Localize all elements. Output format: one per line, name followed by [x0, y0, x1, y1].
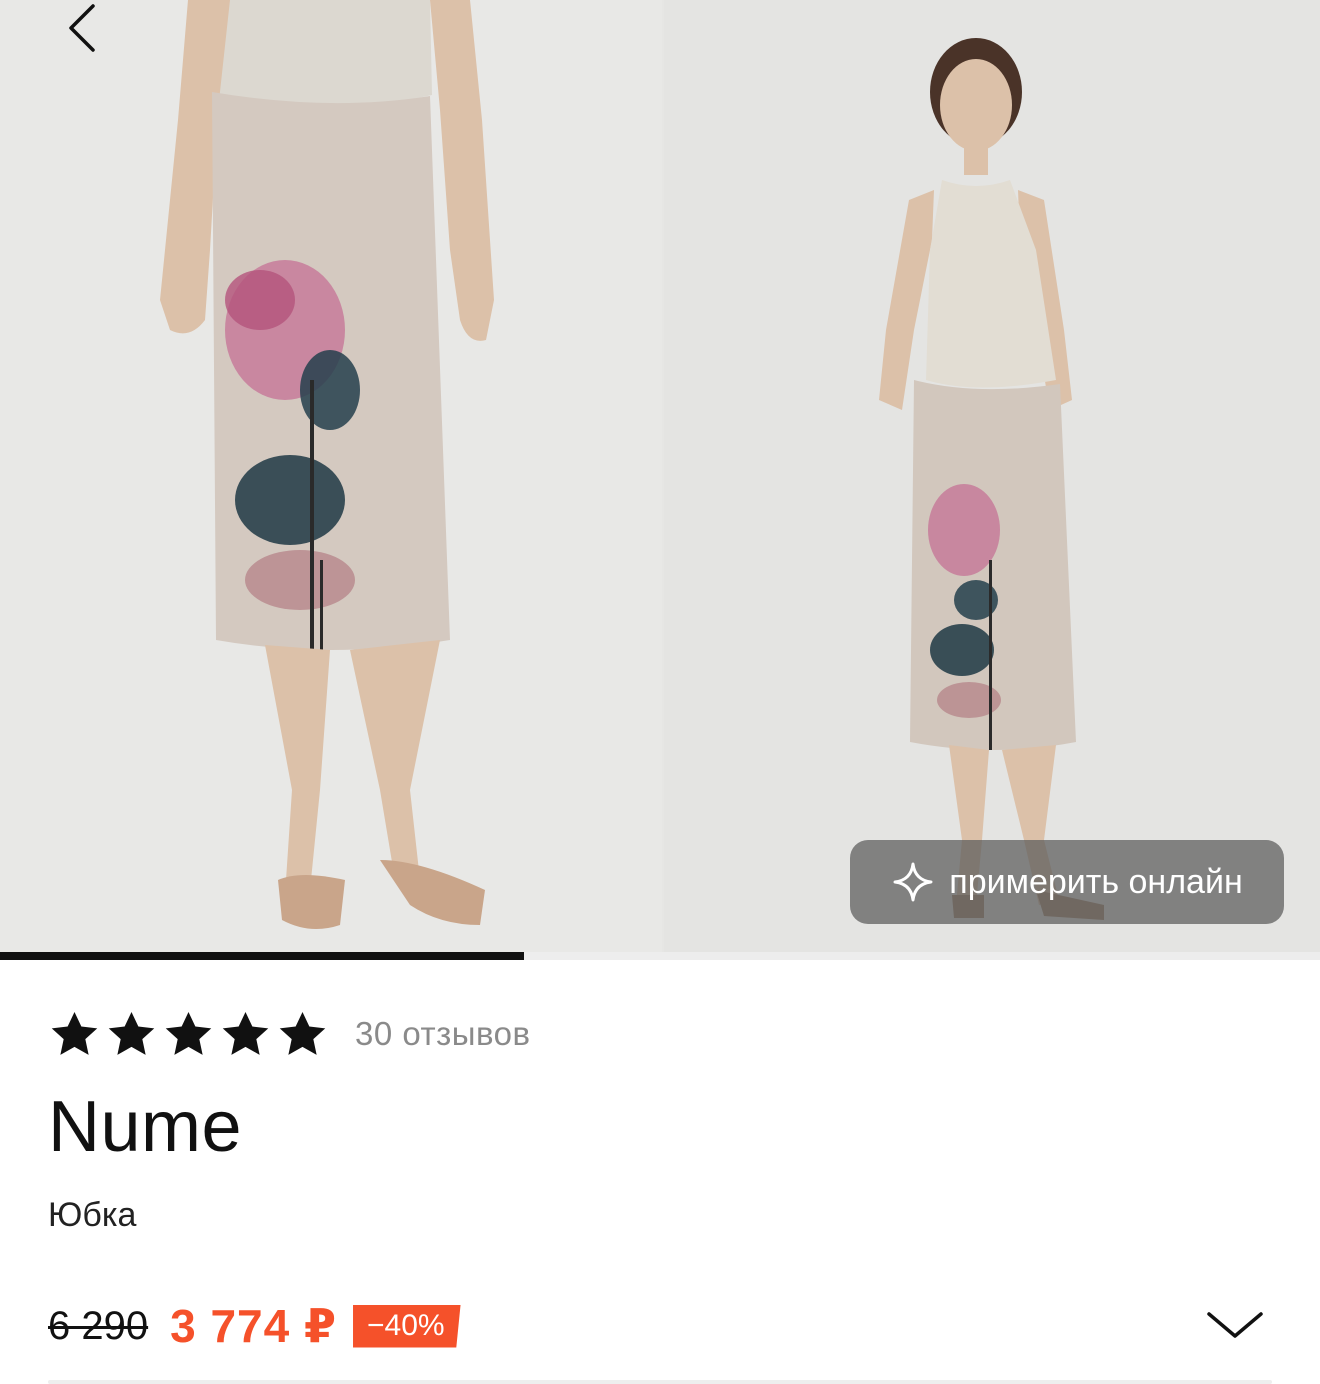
chevron-left-icon [69, 4, 95, 52]
product-gallery[interactable]: примерить онлайн [0, 0, 1320, 960]
divider [48, 1380, 1272, 1384]
product-photo-full[interactable] [664, 0, 1320, 960]
back-button[interactable] [52, 0, 112, 60]
gallery-progress-fill [0, 952, 525, 960]
brand-name[interactable]: Nume [48, 1086, 242, 1168]
discount-badge: −40% [353, 1304, 461, 1348]
reviews-link[interactable]: 30 отзывов [355, 1015, 531, 1053]
product-category: Юбка [48, 1196, 137, 1234]
expand-button[interactable] [1200, 1300, 1270, 1350]
new-price: 3 774 ₽ [170, 1300, 338, 1352]
gallery-progress-track [0, 952, 1320, 960]
star-icon [48, 1008, 101, 1061]
chevron-down-icon [1207, 1312, 1263, 1338]
rating-stars [48, 1008, 329, 1061]
sparkle-icon [891, 860, 935, 904]
star-icon [276, 1008, 329, 1061]
try-on-online-button[interactable]: примерить онлайн [850, 840, 1284, 924]
star-icon [162, 1008, 215, 1061]
rating-row[interactable]: 30 отзывов [48, 1006, 531, 1062]
star-icon [105, 1008, 158, 1061]
try-on-label: примерить онлайн [949, 862, 1243, 901]
star-icon [219, 1008, 272, 1061]
old-price: 6 290 [48, 1303, 149, 1348]
product-photo-closeup[interactable] [0, 0, 662, 960]
price-row: 6 290 3 774 ₽ −40% [48, 1296, 461, 1356]
